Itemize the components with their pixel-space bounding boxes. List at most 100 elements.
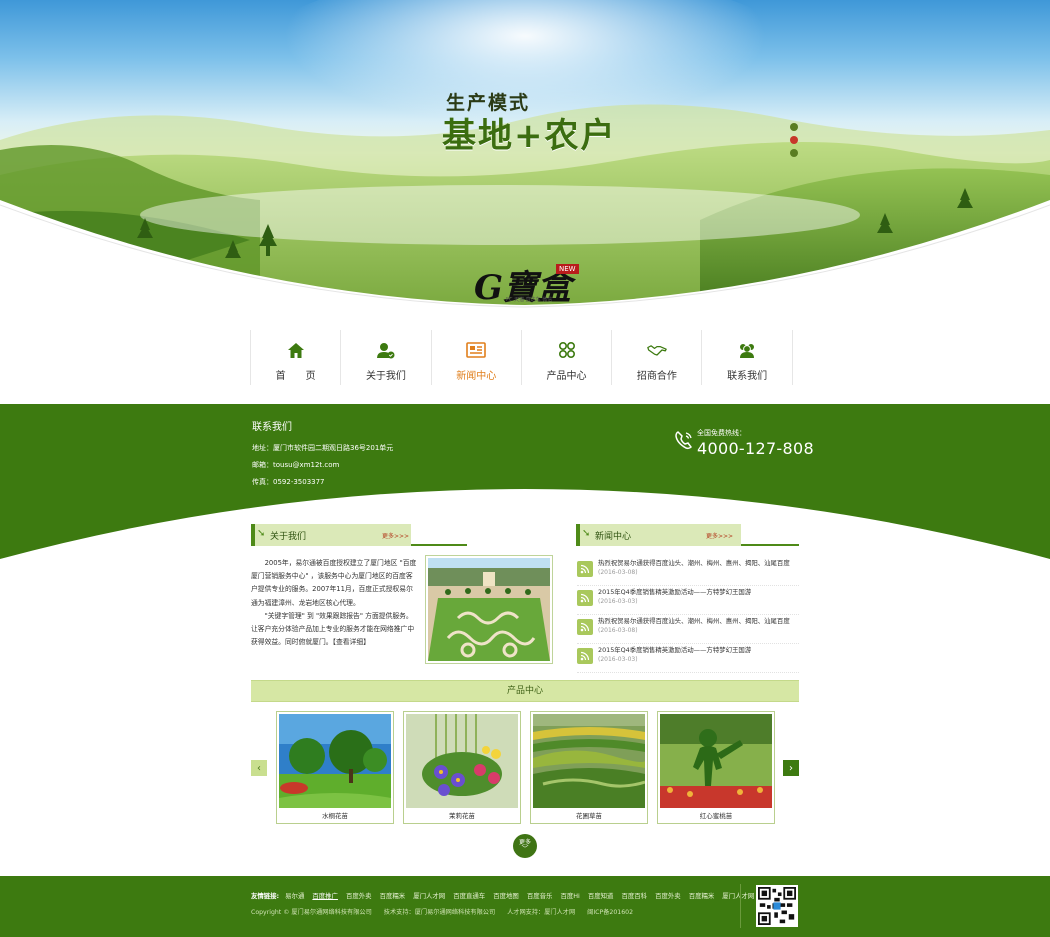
- site-logo[interactable]: G寶盒 NEW PC 天猫 直达车 微信: [470, 258, 580, 308]
- friend-link[interactable]: 百度直通车: [453, 892, 485, 900]
- rss-icon: [577, 648, 593, 664]
- products-next-button[interactable]: ›: [783, 760, 799, 776]
- about-more-link[interactable]: 更多>>>: [382, 531, 409, 540]
- arrow-icon: ➘: [257, 528, 266, 539]
- nav-item-about[interactable]: 关于我们: [340, 330, 432, 385]
- nav-label: 新闻中心: [456, 371, 497, 382]
- news-item-title[interactable]: 2015年Q4季度销售精英激励活动——方特梦幻王国游: [598, 646, 751, 655]
- hotline-number: 4000-127-808: [697, 439, 814, 458]
- news-item-date: (2016-03-08): [598, 569, 638, 576]
- about-section-header: ➘ 关于我们 更多>>>: [251, 524, 467, 546]
- nav-item-contact[interactable]: 联系我们: [701, 330, 793, 385]
- friend-link[interactable]: 厦门人才网: [722, 892, 754, 900]
- hero-title: 基地+农户: [442, 116, 617, 156]
- nav-label: 联系我们: [727, 371, 768, 382]
- contact-info: 联系我们 地址：厦门市软件园二期观日路36号201单元 邮箱：tousu@xm1…: [252, 418, 393, 494]
- contact-address: 地址：厦门市软件园二期观日路36号201单元: [252, 444, 394, 452]
- friend-links: 友情链接: 易尔通 百度推广 百度外卖 百度糯米 厦门人才网 百度直通车 百度地…: [251, 891, 760, 900]
- friend-link[interactable]: 百度糯米: [380, 892, 406, 900]
- news-section-header: ➘ 新闻中心 更多>>>: [576, 524, 799, 546]
- grid-icon: [557, 340, 577, 360]
- copyright-line: Copyright © 厦门易尔通网络科技有限公司 技术支持：厦门易尔通网络科技…: [251, 907, 643, 916]
- users-icon: [737, 340, 757, 360]
- nav-label: 招商合作: [636, 371, 677, 382]
- friend-link[interactable]: 百度知道: [588, 892, 614, 900]
- nav-item-cooperation[interactable]: 招商合作: [611, 330, 703, 385]
- footer-divider: [740, 884, 741, 928]
- news-more-link[interactable]: 更多>>>: [706, 531, 733, 540]
- main-nav: 首 页 关于我们 新闻中心 产品中心 招商合作 联系我们: [250, 330, 799, 385]
- nav-item-products[interactable]: 产品中心: [520, 330, 613, 385]
- friend-link[interactable]: 易尔通: [285, 892, 304, 900]
- product-name: 水桐花苗: [322, 812, 348, 820]
- friend-link[interactable]: 百度Hi: [560, 892, 579, 900]
- contact-band: [0, 404, 1050, 559]
- logo-tagline: PC 天猫 直达车 微信: [506, 297, 553, 303]
- products-more-button[interactable]: 更多 ﹀: [513, 834, 537, 858]
- phone-icon: [675, 431, 692, 450]
- friend-link[interactable]: 百度推广: [312, 892, 338, 900]
- about-paragraph: 让客户充分体验产品加上专业的服务才能在网络推广中获得效益。同时俯就厦门。【查看详…: [251, 625, 415, 647]
- news-item[interactable]: 2015年Q4季度销售精英激励活动——方特梦幻王国游 (2016-03-03): [577, 586, 799, 615]
- product-card[interactable]: 茉莉花苗: [403, 711, 521, 824]
- friend-links-label: 友情链接:: [251, 892, 280, 900]
- friend-link[interactable]: 百度糯米: [689, 892, 715, 900]
- news-item-title[interactable]: 2015年Q4季度销售精英激励活动——方特梦幻王国游: [598, 588, 751, 597]
- friend-link[interactable]: 百度百科: [621, 892, 647, 900]
- news-item[interactable]: 热烈祝贺易尔通获得百度汕头、潮州、梅州、惠州、揭阳、汕尾百度 (2016-03-0…: [577, 557, 799, 586]
- product-image: [533, 714, 645, 808]
- contact-fax: 传真：0592-3503377: [252, 478, 325, 486]
- products-title-bar: 产品中心: [251, 680, 799, 702]
- rss-icon: [577, 619, 593, 635]
- nav-item-news[interactable]: 新闻中心: [430, 330, 522, 385]
- products-prev-button[interactable]: ‹: [251, 760, 267, 776]
- news-item-date: (2016-03-03): [598, 598, 638, 605]
- slider-dots: [790, 123, 798, 162]
- about-detail-link[interactable]: 【查看详细】: [333, 638, 370, 646]
- newspaper-icon: [466, 340, 487, 360]
- product-card[interactable]: 花圃草苗: [530, 711, 648, 824]
- new-badge: NEW: [556, 264, 579, 274]
- nav-label: 首 页: [275, 371, 316, 382]
- friend-link[interactable]: 百度外卖: [655, 892, 681, 900]
- nav-label: 产品中心: [546, 371, 587, 382]
- friend-link[interactable]: 百度音乐: [527, 892, 553, 900]
- news-title: 新闻中心: [595, 532, 632, 542]
- slider-dot-1[interactable]: [790, 123, 798, 131]
- slider-dot-2[interactable]: [790, 136, 798, 144]
- friend-link[interactable]: 厦门人才网: [413, 892, 445, 900]
- footer: 友情链接: 易尔通 百度推广 百度外卖 百度糯米 厦门人才网 百度直通车 百度地…: [0, 876, 1050, 937]
- rss-icon: [577, 590, 593, 606]
- news-item-title[interactable]: 热烈祝贺易尔通获得百度汕头、潮州、梅州、惠州、揭阳、汕尾百度: [598, 559, 790, 568]
- talent-support: 人才网支持：厦门人才网: [507, 909, 576, 916]
- handshake-icon: [647, 340, 667, 360]
- chevron-left-icon: ‹: [257, 762, 261, 774]
- arrow-icon: ➘: [582, 528, 591, 539]
- contact-email: 邮箱：tousu@xm12t.com: [252, 461, 340, 469]
- news-item-title[interactable]: 热烈祝贺易尔通获得百度汕头、潮州、梅州、惠州、揭阳、汕尾百度: [598, 617, 790, 626]
- tech-support: 技术支持：厦门易尔通网络科技有限公司: [383, 909, 496, 916]
- icp-number: 闽ICP备201602: [587, 909, 634, 916]
- about-text: 2005年，易尔通被百度授权建立了厦门地区 "百度厦门营销服务中心" ，该服务中…: [251, 557, 419, 649]
- product-card[interactable]: 红心蜜桃苗: [657, 711, 775, 824]
- chevron-right-icon: ›: [789, 762, 793, 774]
- copyright: Copyright © 厦门易尔通网络科技有限公司: [251, 909, 372, 916]
- product-image: [660, 714, 772, 808]
- product-image: [406, 714, 518, 808]
- nav-item-home[interactable]: 首 页: [250, 330, 342, 385]
- about-paragraph: 2005年，易尔通被百度授权建立了厦门地区 "百度厦门营销服务中心" ，该服务中…: [251, 559, 417, 607]
- news-item-date: (2016-03-08): [598, 627, 638, 634]
- news-item[interactable]: 2015年Q4季度销售精英激励活动——方特梦幻王国游 (2016-03-03): [577, 644, 799, 673]
- product-card[interactable]: 水桐花苗: [276, 711, 394, 824]
- product-name: 红心蜜桃苗: [699, 812, 733, 820]
- about-paragraph: "关键字管理" 到 "效果跟踪报告" 方面提供服务。: [251, 611, 413, 620]
- home-icon: [286, 340, 306, 360]
- friend-link[interactable]: 百度外卖: [346, 892, 372, 900]
- news-item[interactable]: 热烈祝贺易尔通获得百度汕头、潮州、梅州、惠州、揭阳、汕尾百度 (2016-03-0…: [577, 615, 799, 644]
- slider-dot-3[interactable]: [790, 149, 798, 157]
- friend-link[interactable]: 百度地图: [493, 892, 519, 900]
- chevron-down-icon: ﹀: [521, 845, 529, 853]
- rss-icon: [577, 561, 593, 577]
- contact-title: 联系我们: [252, 422, 292, 433]
- hotline: 全国免费热线： 4000-127-808: [674, 428, 814, 458]
